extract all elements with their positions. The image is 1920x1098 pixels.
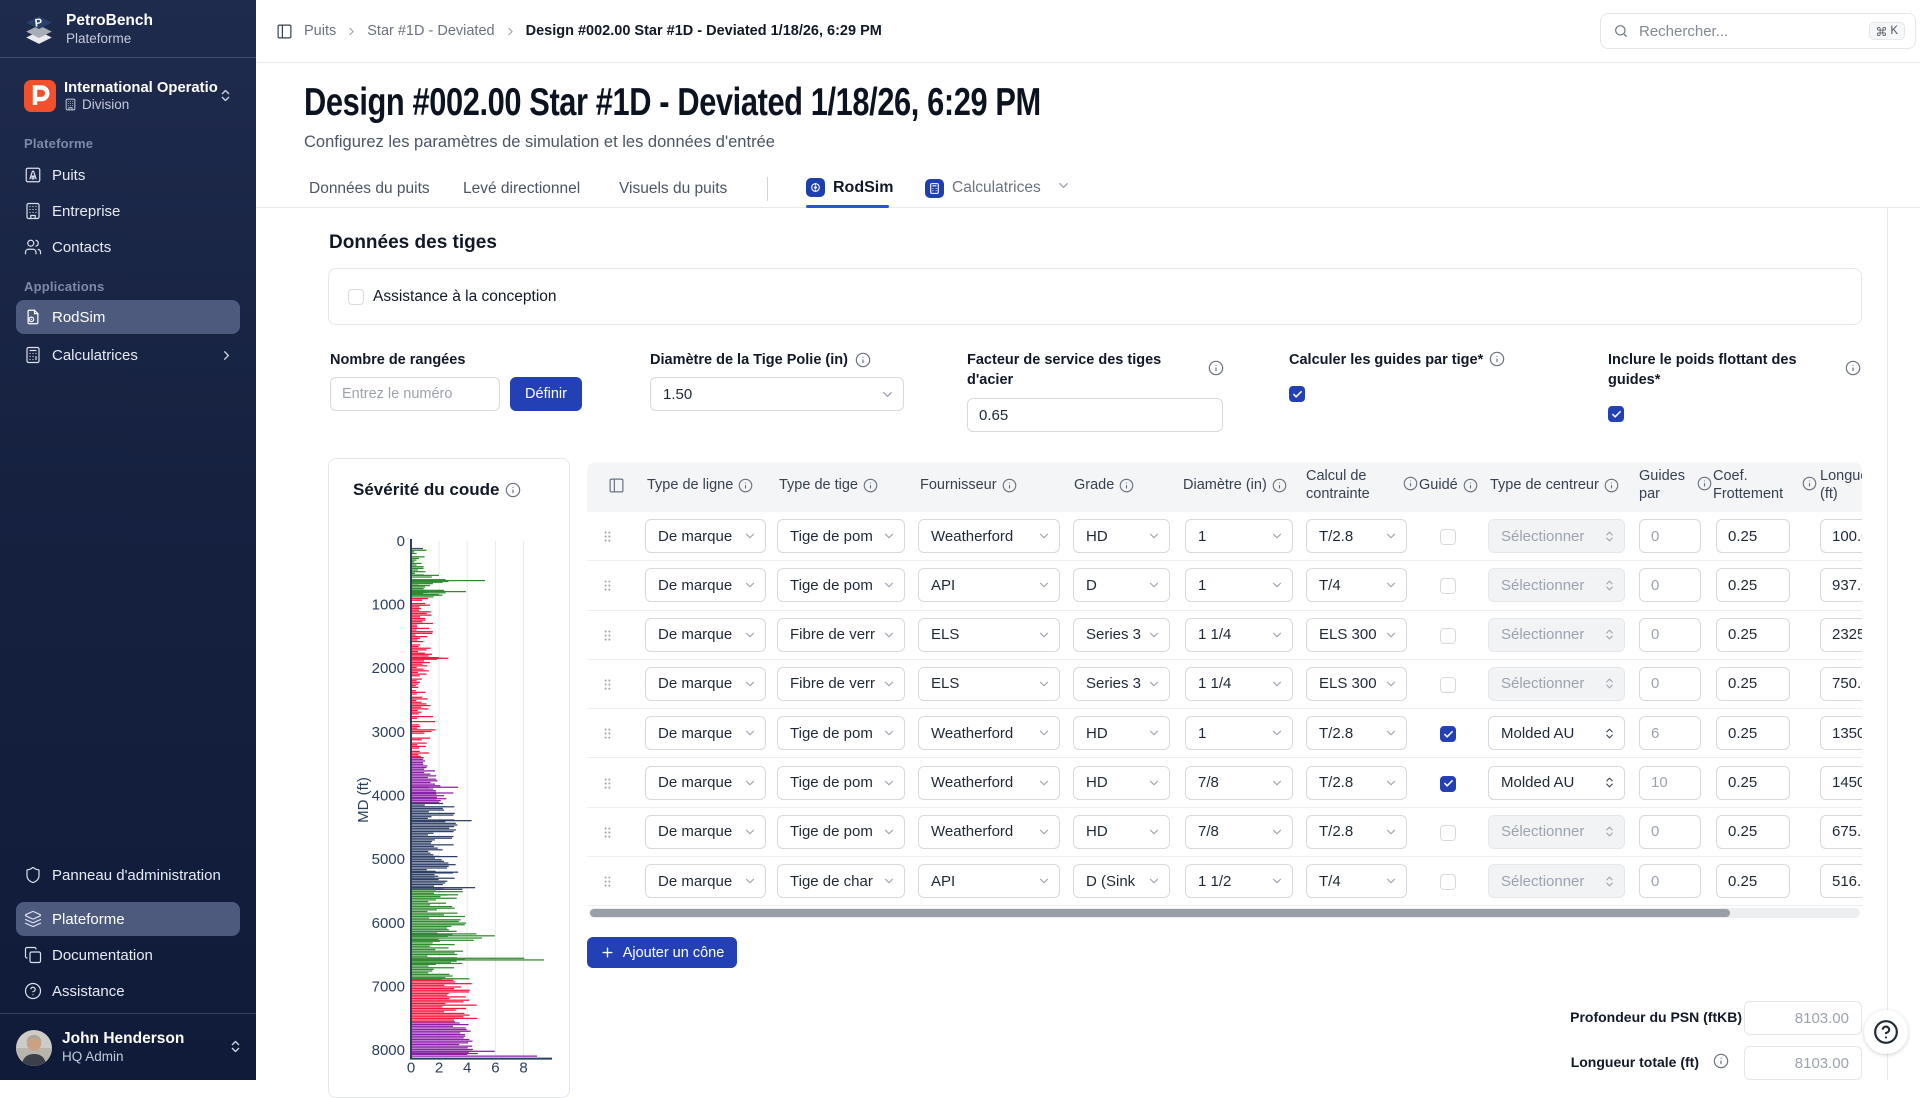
- svg-text:2: 2: [435, 1060, 443, 1077]
- svg-text:6000: 6000: [372, 915, 405, 932]
- svg-text:MD (ft): MD (ft): [355, 777, 372, 823]
- svg-text:7000: 7000: [372, 978, 405, 995]
- svg-text:4000: 4000: [372, 788, 405, 805]
- svg-text:8: 8: [519, 1060, 527, 1077]
- svg-text:6: 6: [491, 1060, 499, 1077]
- svg-text:0: 0: [397, 533, 405, 550]
- svg-text:2000: 2000: [372, 660, 405, 677]
- svg-text:0: 0: [407, 1060, 415, 1077]
- svg-text:8000: 8000: [372, 1042, 405, 1059]
- svg-text:3000: 3000: [372, 724, 405, 741]
- svg-text:5000: 5000: [372, 851, 405, 868]
- svg-text:4: 4: [463, 1060, 471, 1077]
- svg-text:1000: 1000: [372, 597, 405, 614]
